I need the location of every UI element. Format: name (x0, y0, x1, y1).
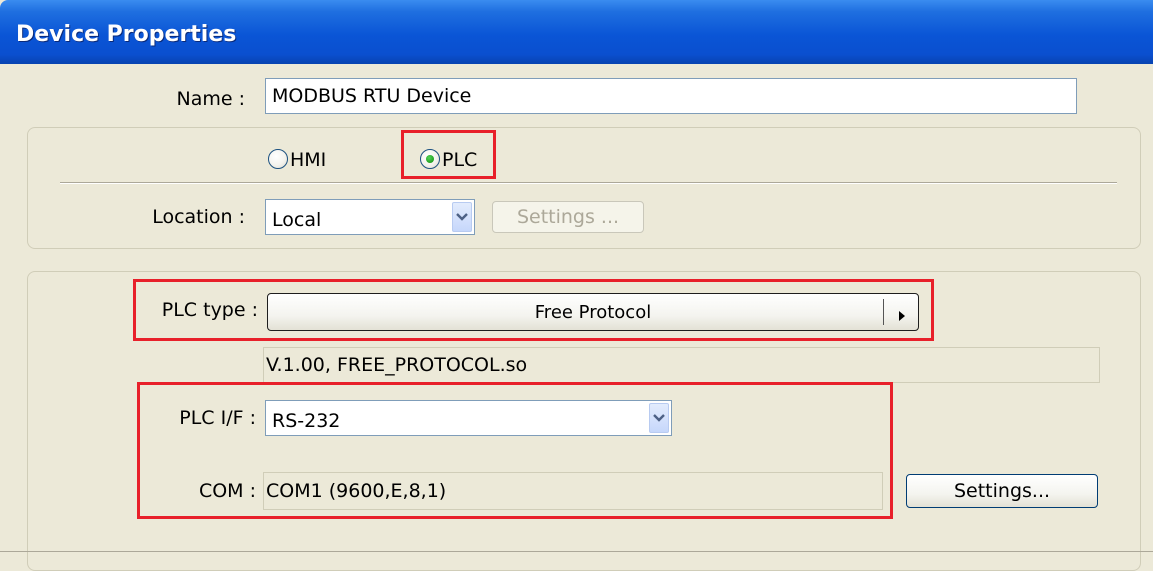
group-separator (60, 182, 1117, 184)
location-label: Location : (152, 206, 245, 228)
title-bar: Device Properties (0, 0, 1153, 64)
radio-hmi-label: HMI (290, 149, 327, 171)
window-title: Device Properties (16, 22, 237, 47)
location-settings-button[interactable]: Settings ... (492, 201, 644, 233)
highlight-plc-interface (137, 382, 893, 519)
driver-info-field: V.1.00, FREE_PROTOCOL.so (263, 347, 1100, 383)
highlight-plc-type (133, 279, 934, 341)
bottom-divider (0, 551, 1153, 552)
highlight-plc-radio (401, 130, 496, 179)
location-value: Local (272, 209, 322, 231)
com-settings-button[interactable]: Settings... (906, 474, 1098, 508)
chevron-down-icon[interactable] (452, 202, 472, 232)
name-input[interactable] (265, 78, 1077, 114)
location-select[interactable]: Local (265, 199, 475, 235)
name-label: Name : (176, 88, 246, 110)
radio-hmi[interactable] (268, 149, 288, 169)
